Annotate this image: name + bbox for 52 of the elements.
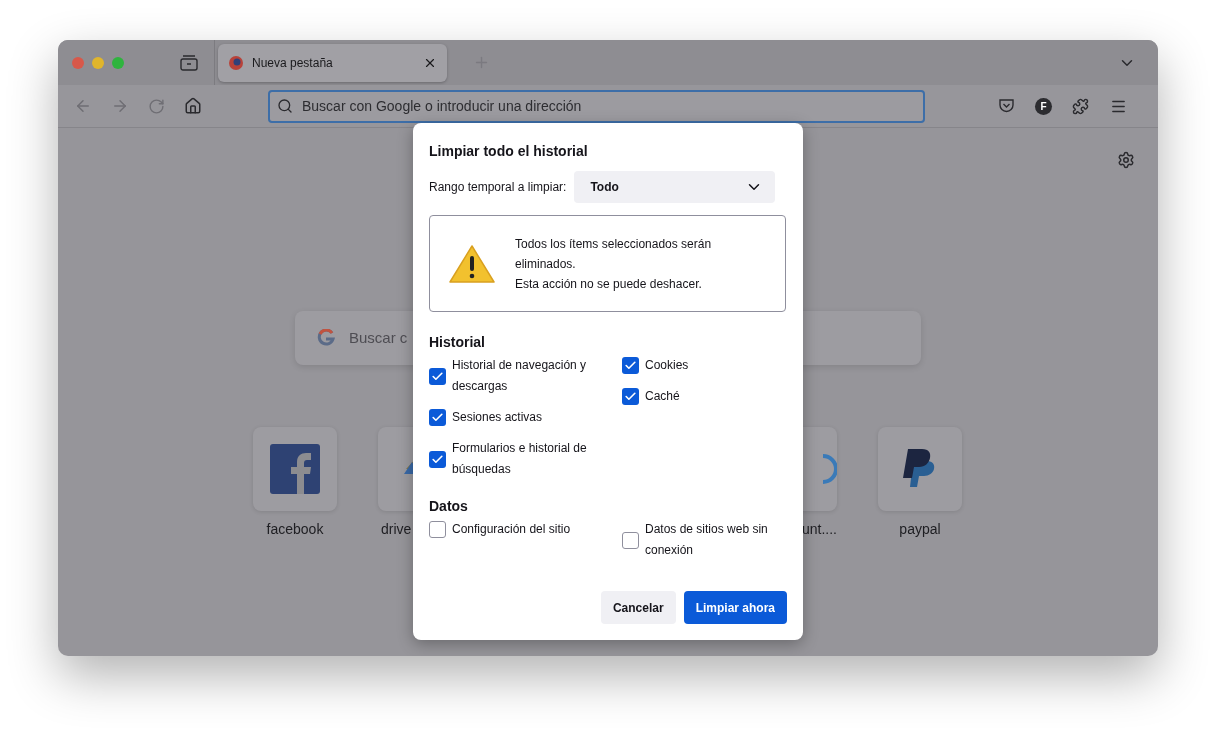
checkbox[interactable] <box>622 531 639 549</box>
checkbox-label: Sesiones activas <box>452 409 543 426</box>
address-placeholder: Buscar con Google o introducir una dirección <box>302 96 582 116</box>
shortcut-label: facebook <box>266 520 324 539</box>
tab-title: Nueva pestaña <box>252 54 334 72</box>
search-icon <box>277 98 293 114</box>
section-heading: Datos <box>429 498 468 514</box>
dialog-title: Limpiar todo el historial <box>429 142 589 161</box>
facebook-logo-icon <box>270 444 320 494</box>
check-icon <box>624 359 637 372</box>
settings-icon[interactable] <box>1117 151 1135 169</box>
warning-icon <box>449 243 495 284</box>
ring-logo-icon <box>823 454 837 484</box>
account-avatar[interactable]: F <box>1035 97 1052 115</box>
check-icon <box>431 369 444 383</box>
check-icon <box>431 411 444 424</box>
check-icon <box>624 390 637 403</box>
shortcut-label: unt.... <box>801 520 837 539</box>
shortcut-label: drive <box>380 520 412 539</box>
home-icon[interactable] <box>184 97 202 115</box>
checkbox[interactable] <box>622 388 639 405</box>
checkbox-label: Datos de sitios web sin conexión <box>645 521 769 559</box>
browser-logo-icon <box>228 54 244 71</box>
checkbox-label: Caché <box>645 388 680 405</box>
extensions-icon[interactable] <box>1072 97 1089 115</box>
warning-text: Todos los ítems seleccionados serán eliminados. <box>515 235 713 273</box>
warning-text: Esta acción no se puede deshacer. <box>515 275 703 293</box>
cancel-button[interactable]: Cancelar <box>600 591 676 624</box>
checkbox[interactable] <box>429 367 446 385</box>
shortcut-tile[interactable] <box>878 427 962 511</box>
checkbox[interactable] <box>429 450 446 468</box>
checkbox[interactable] <box>429 409 446 426</box>
checkbox-label: Cookies <box>645 357 689 374</box>
checkbox-label: Historial de navegación y descargas <box>452 357 588 395</box>
google-logo-icon <box>317 329 335 347</box>
tray-icon[interactable] <box>180 54 198 71</box>
range-label: Rango temporal a limpiar: <box>429 179 567 196</box>
checkbox-label: Formularios e historial de búsquedas <box>452 440 588 478</box>
checkbox[interactable] <box>429 521 446 538</box>
address-field[interactable]: Buscar con Google o introducir una dirección <box>268 89 925 123</box>
pocket-icon[interactable] <box>998 98 1015 114</box>
paypal-logo-icon <box>903 449 937 489</box>
checkbox[interactable] <box>622 357 639 374</box>
check-icon <box>431 452 444 466</box>
search-placeholder: Buscar c <box>349 327 408 348</box>
checkbox-label: Configuración del sitio <box>452 521 571 538</box>
range-select[interactable]: Todo <box>574 171 776 203</box>
section-heading: Historial <box>429 334 485 350</box>
confirm-button[interactable]: Limpiar ahora <box>683 591 787 624</box>
shortcut-label: paypal <box>899 520 941 539</box>
browser-tab[interactable]: Nueva pestaña <box>218 43 447 82</box>
shortcut-tile[interactable] <box>253 427 337 511</box>
